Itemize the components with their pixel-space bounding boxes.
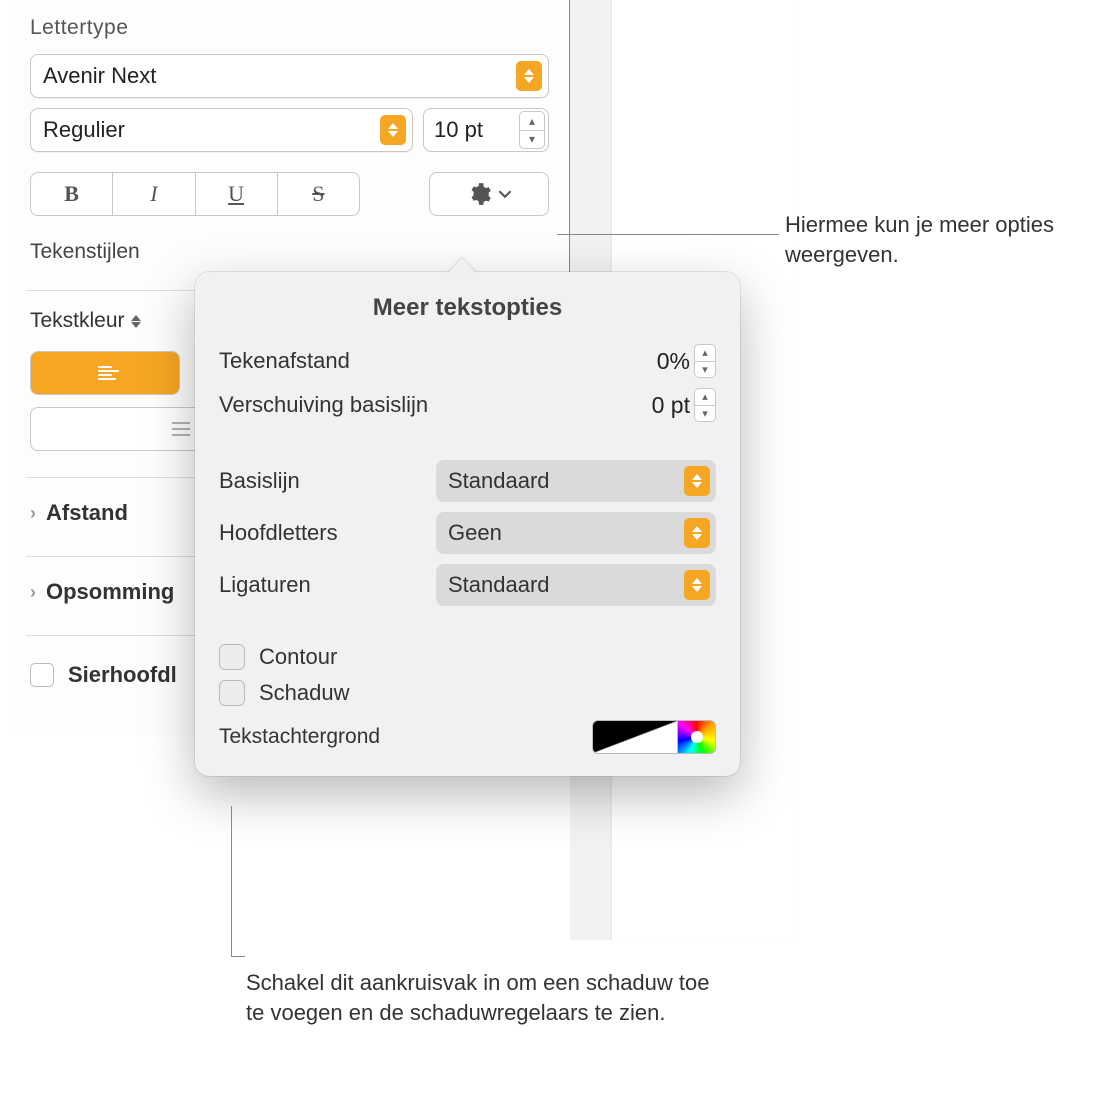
baseline-shift-field[interactable]: 0 pt ▴▾ (638, 388, 716, 422)
align-left-icon (90, 364, 120, 382)
shadow-checkbox[interactable] (219, 680, 245, 706)
stepper-arrows-icon[interactable]: ▴▾ (694, 344, 716, 378)
baseline-value: Standaard (448, 468, 550, 494)
more-text-options-button[interactable] (429, 172, 549, 216)
caps-value: Geen (448, 520, 502, 546)
font-size-value: 10 pt (434, 117, 516, 143)
character-spacing-value: 0% (638, 348, 690, 375)
font-family-value: Avenir Next (43, 63, 156, 89)
ligatures-select[interactable]: Standaard (436, 564, 716, 606)
list-indent-icon (170, 420, 192, 438)
alignment-segmented (30, 351, 180, 395)
ligatures-row: Ligaturen Standaard (219, 564, 716, 606)
callout-leader-line (557, 234, 779, 235)
stepper-arrows-icon[interactable]: ▴▾ (519, 111, 545, 149)
bold-button[interactable]: B (31, 173, 113, 215)
chevron-right-icon: › (30, 582, 36, 603)
callout-more-options: Hiermee kun je meer opties weergeven. (785, 210, 1085, 269)
font-family-select[interactable]: Avenir Next (30, 54, 549, 98)
font-section-heading: Lettertype (30, 16, 549, 40)
caps-select[interactable]: Geen (436, 512, 716, 554)
underline-button[interactable]: U (196, 173, 278, 215)
shadow-label: Schaduw (259, 680, 350, 706)
outline-row: Contour (219, 644, 716, 670)
outline-checkbox[interactable] (219, 644, 245, 670)
text-style-segmented: B I U S (30, 172, 360, 216)
strikethrough-button[interactable]: S (278, 173, 359, 215)
font-size-stepper[interactable]: 10 pt ▴▾ (423, 108, 549, 152)
caps-row: Hoofdletters Geen (219, 512, 716, 554)
ligatures-label: Ligaturen (219, 572, 311, 598)
callout-leader-line (231, 806, 232, 956)
baseline-shift-label: Verschuiving basislijn (219, 392, 428, 418)
text-color-select[interactable]: Tekstkleur (30, 309, 141, 333)
chevron-right-icon: › (30, 503, 36, 524)
chevron-updown-icon (684, 518, 710, 548)
drop-caps-label: Sierhoofdl (68, 662, 177, 688)
character-spacing-label: Tekenafstand (219, 348, 350, 374)
font-style-select[interactable]: Regulier (30, 108, 413, 152)
chevron-updown-icon (516, 61, 542, 91)
caps-label: Hoofdletters (219, 520, 338, 546)
chevron-updown-icon (131, 315, 141, 328)
text-background-swatch[interactable] (592, 720, 678, 754)
callout-shadow-hint: Schakel dit aankruisvak in om een schadu… (246, 968, 726, 1027)
baseline-row: Basislijn Standaard (219, 460, 716, 502)
text-color-label: Tekstkleur (30, 309, 125, 333)
baseline-shift-value: 0 pt (638, 392, 690, 419)
callout-leader-line (231, 956, 245, 957)
character-spacing-field[interactable]: 0% ▴▾ (638, 344, 716, 378)
chevron-updown-icon (684, 570, 710, 600)
baseline-label: Basislijn (219, 468, 300, 494)
shadow-row: Schaduw (219, 680, 716, 706)
chevron-updown-icon (380, 115, 406, 145)
more-text-options-popover: Meer tekstopties Tekenafstand 0% ▴▾ Vers… (195, 272, 740, 776)
popover-title: Meer tekstopties (219, 294, 716, 322)
font-style-value: Regulier (43, 117, 125, 143)
character-spacing-row: Tekenafstand 0% ▴▾ (219, 344, 716, 378)
baseline-select[interactable]: Standaard (436, 460, 716, 502)
ligatures-value: Standaard (448, 572, 550, 598)
chevron-down-icon (498, 187, 512, 201)
gear-icon (466, 181, 492, 207)
italic-button[interactable]: I (113, 173, 195, 215)
text-background-controls (592, 720, 716, 754)
spacing-label: Afstand (46, 500, 128, 526)
color-picker-button[interactable] (678, 720, 716, 754)
drop-caps-checkbox[interactable] (30, 663, 54, 687)
stepper-arrows-icon[interactable]: ▴▾ (694, 388, 716, 422)
align-left-button[interactable] (31, 352, 179, 394)
baseline-shift-row: Verschuiving basislijn 0 pt ▴▾ (219, 388, 716, 422)
bullets-label: Opsomming (46, 579, 174, 605)
outline-label: Contour (259, 644, 337, 670)
chevron-updown-icon (684, 466, 710, 496)
text-background-row: Tekstachtergrond (219, 720, 716, 754)
text-background-label: Tekstachtergrond (219, 725, 380, 749)
